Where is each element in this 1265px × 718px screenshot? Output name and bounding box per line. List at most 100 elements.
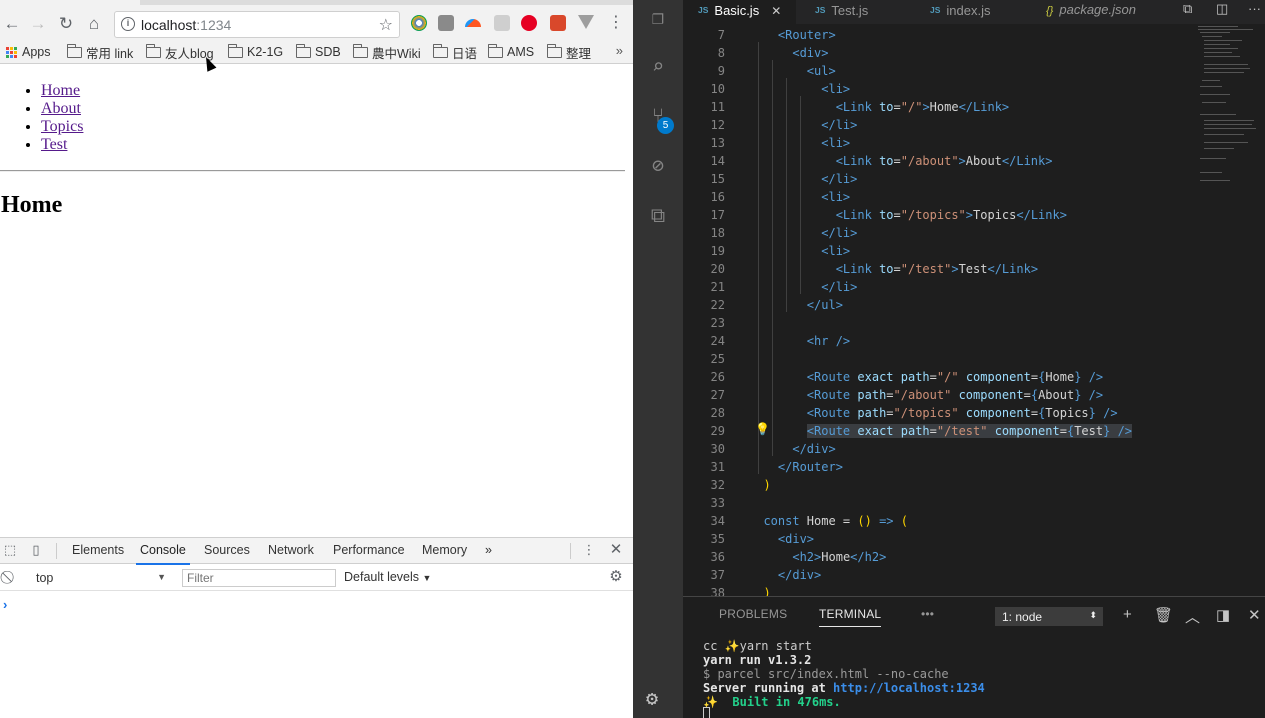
divider [0,170,625,172]
device-toolbar-icon[interactable]: ▯ [29,543,43,557]
link-home[interactable]: Home [41,82,80,99]
active-tab[interactable] [0,0,140,5]
minimap[interactable] [1196,24,1265,184]
line-number: 14 [710,154,725,168]
code-line: </ul> [806,298,843,312]
line-number: 21 [710,280,725,294]
close-icon[interactable]: ✕ [609,542,623,557]
manage-gear-icon[interactable]: ⚙ [646,686,658,710]
bookmark-folder[interactable]: SDB [295,43,341,60]
tab-basic-js[interactable]: JS Basic.js ✕ [683,0,796,24]
back-icon[interactable]: ← [2,14,22,34]
extension-color-icon[interactable] [411,15,427,31]
bookmark-folder[interactable]: 整理 [546,43,591,61]
split-editor-icon[interactable]: ◫ [1216,1,1228,17]
url-text[interactable]: localhost:1234 [141,17,231,33]
chevron-updown-icon: ⬍ [1089,610,1097,620]
debug-icon[interactable]: ⊘ [646,153,670,177]
line-number: 34 [710,514,725,528]
bookmark-apps[interactable]: Apps [6,44,51,60]
extension-red-icon[interactable] [550,15,566,31]
code-line: </Router> [777,460,843,474]
extension-cast-icon[interactable] [494,15,510,31]
forward-icon[interactable]: → [28,14,48,34]
server-url-link[interactable]: http://localhost:1234 [833,681,985,695]
code-line: <div> [777,532,815,546]
reload-icon[interactable]: ↻ [56,14,76,34]
more-tabs-button[interactable]: » [485,543,492,557]
nav-list: Home About Topics Test [21,82,83,154]
line-number: 20 [710,262,725,276]
bookmarks-overflow-button[interactable]: » [616,43,623,58]
tab-memory[interactable]: Memory [422,543,467,557]
console-prompt[interactable]: › [3,597,7,612]
filter-input[interactable] [182,569,336,587]
bookmark-folder[interactable]: 日语 [432,43,477,61]
bookmark-folder[interactable]: AMS [487,43,534,60]
site-info-icon[interactable]: i [121,17,135,31]
extensions-icon[interactable]: ⧉ [646,203,670,227]
folder-icon [487,43,503,58]
line-number: 37 [710,568,725,582]
scm-count-badge: 5 [657,117,674,134]
search-icon[interactable]: ⌕ [646,54,670,78]
link-topics[interactable]: Topics [41,118,83,135]
link-test[interactable]: Test [41,136,67,153]
close-panel-icon[interactable]: ✕ [1248,606,1261,624]
code-line: <li> [821,82,851,96]
home-icon[interactable]: ⌂ [84,14,104,34]
tab-index-js[interactable]: JS index.js [913,0,1025,24]
bookmark-folder[interactable]: K2-1G [227,43,283,60]
vue-devtools-icon[interactable] [578,15,594,29]
json-file-icon: {} [1046,5,1054,17]
tab-test-js[interactable]: JS Test.js [797,0,913,24]
toggle-panel-position-icon[interactable]: ◨ [1216,606,1230,624]
context-select[interactable]: top ▼ [30,569,170,587]
js-file-icon: JS [698,5,709,15]
tab-terminal[interactable]: TERMINAL [819,607,882,627]
tab-performance[interactable]: Performance [333,543,405,557]
bookmark-star-icon[interactable]: ☆ [379,15,393,35]
code-editor[interactable]: 7 8 9 10 11 12 13 14 15 16 17 18 19 20 21 22 23 24 25 26 27 2… [683,24,1265,600]
line-number: 9 [717,64,725,78]
tab-package-json[interactable]: {} package.json [1026,0,1156,24]
panel-more-button[interactable]: ••• [921,607,934,621]
code-line: <div> [792,46,829,60]
bookmark-folder[interactable]: 常用 link [66,43,133,61]
tab-elements[interactable]: Elements [72,543,124,557]
folder-icon [145,43,161,58]
more-actions-icon[interactable]: ··· [1248,1,1261,16]
pinterest-icon[interactable] [521,15,537,31]
code-line: </li> [821,172,858,186]
folder-icon [546,43,562,58]
extension-gray-icon[interactable] [438,15,454,31]
bookmark-folder[interactable]: 農中Wiki [352,43,421,61]
tab-network[interactable]: Network [268,543,314,557]
trash-icon[interactable]: 🗑 [1154,606,1173,624]
open-changes-icon[interactable]: ⧉ [1183,1,1192,17]
terminal-select[interactable]: 1: node ⬍ [995,607,1103,626]
lightbulb-icon[interactable]: 💡 [755,422,770,436]
maximize-panel-icon[interactable]: ︿ [1185,606,1200,627]
js-file-icon: JS [930,5,941,15]
clear-console-icon[interactable]: ⃠ [3,570,17,584]
tab-sources[interactable]: Sources [204,543,250,557]
page-content: Home About Topics Test Home [0,65,633,537]
address-bar[interactable]: i localhost:1234 ☆ [114,11,400,38]
tab-problems[interactable]: PROBLEMS [719,607,787,621]
gear-icon[interactable]: ⚙ [609,569,623,584]
code-line: <Link to="/about">About</Link> [835,154,1053,168]
line-number: 26 [710,370,725,384]
log-levels-select[interactable]: Default levels ▼ [344,570,431,584]
code-line: <Link to="/topics">Topics</Link> [835,208,1067,222]
chrome-menu-icon[interactable]: ⋮ [608,13,624,33]
tab-console[interactable]: Console [136,543,190,565]
devtools-menu-icon[interactable]: ⋮ [582,543,596,557]
close-tab-icon[interactable]: ✕ [771,4,781,18]
inspect-element-icon[interactable]: ⬚ [3,543,17,557]
explorer-icon[interactable]: ❐ [646,5,670,29]
extension-arc-icon[interactable] [465,19,481,27]
link-about[interactable]: About [41,100,81,117]
new-terminal-icon[interactable]: + [1123,606,1132,623]
list-item: Home [41,82,83,100]
